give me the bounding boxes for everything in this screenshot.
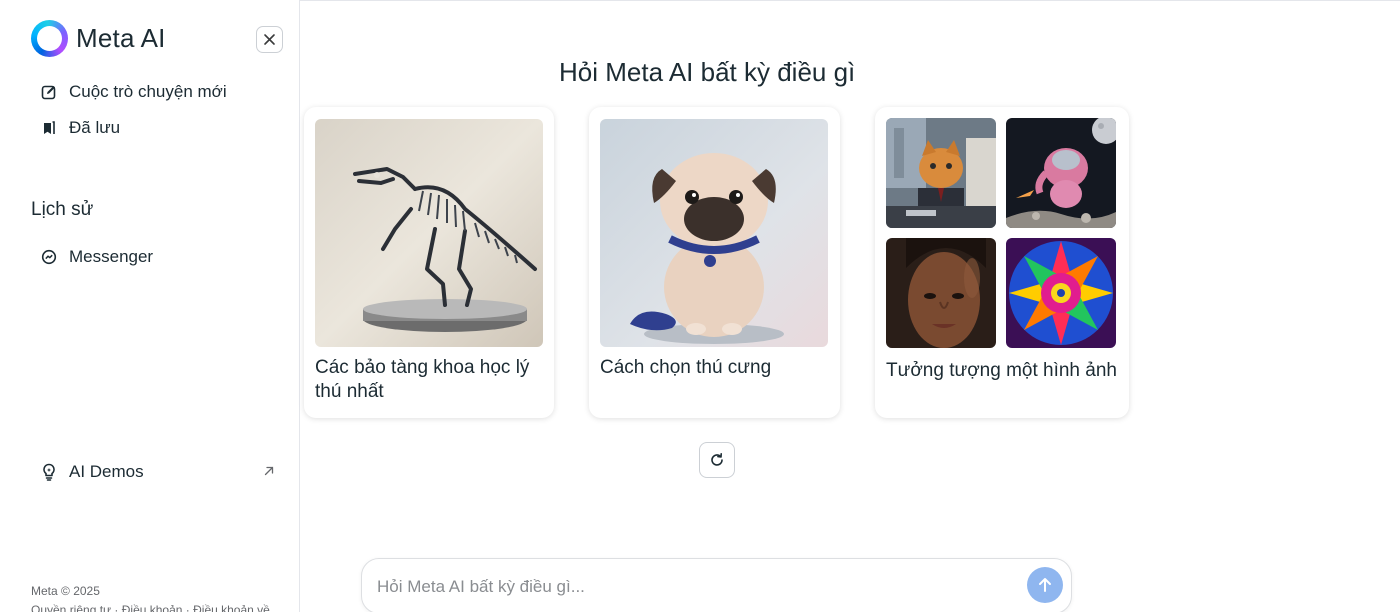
lightbulb-icon (40, 463, 58, 481)
footer-copyright: Meta © 2025 (31, 584, 100, 598)
refresh-icon (711, 453, 723, 466)
close-sidebar-button[interactable] (256, 26, 283, 53)
woman-portrait-image (886, 238, 996, 348)
suggestion-card-title: Cách chọn thú cưng (600, 357, 772, 378)
history-item-messenger[interactable]: Messenger (40, 247, 153, 267)
prompt-input[interactable] (377, 574, 977, 600)
arrow-up-icon (1039, 578, 1051, 592)
rainbow-mandala-image (1006, 238, 1116, 348)
new-chat-button[interactable]: Cuộc trò chuyện mới (40, 82, 227, 102)
history-title: Lịch sử (31, 199, 94, 220)
sidebar: Meta AI Cuộc trò chuyện mới Đã lưu Lịch … (0, 0, 300, 612)
ai-demos-link[interactable]: AI Demos (40, 462, 275, 482)
external-link-icon (263, 464, 275, 481)
pink-elephant-astronaut-image (1006, 118, 1116, 228)
suggestion-card-museums[interactable]: Các bảo tàng khoa học lý thú nhất (304, 107, 554, 418)
saved-icon (40, 119, 58, 137)
t-rex-skeleton-image (315, 119, 543, 347)
new-chat-icon (40, 83, 58, 101)
send-button[interactable] (1027, 567, 1063, 603)
meta-ai-ring-icon (31, 20, 68, 57)
messenger-icon (40, 248, 58, 266)
suggestion-card-title: Tưởng tượng một hình ảnh (886, 360, 1117, 381)
page-headline: Hỏi Meta AI bất kỳ điều gì (559, 57, 856, 87)
saved-button[interactable]: Đã lưu (40, 118, 120, 138)
brand-name: Meta AI (76, 23, 166, 53)
brand-logo[interactable]: Meta AI (31, 20, 166, 57)
composer (361, 558, 1072, 612)
cat-businessman-image (886, 118, 996, 228)
new-chat-label: Cuộc trò chuyện mới (69, 82, 227, 101)
suggestion-card-pets[interactable]: Cách chọn thú cưng (589, 107, 840, 418)
history-item-label: Messenger (69, 247, 154, 266)
close-icon (264, 34, 275, 45)
suggestion-card-imagine[interactable]: Tưởng tượng một hình ảnh (875, 107, 1129, 418)
suggestion-card-title: Các bảo tàng khoa học lý thú nhất (315, 357, 530, 402)
top-divider (300, 0, 1400, 1)
refresh-suggestions-button[interactable] (699, 442, 735, 478)
pug-puppy-image (600, 119, 828, 347)
saved-label: Đã lưu (69, 118, 121, 137)
ai-demos-label: AI Demos (69, 462, 144, 481)
footer-links[interactable]: Quyền riêng tư · Điều khoản · Điều khoản… (31, 603, 270, 612)
